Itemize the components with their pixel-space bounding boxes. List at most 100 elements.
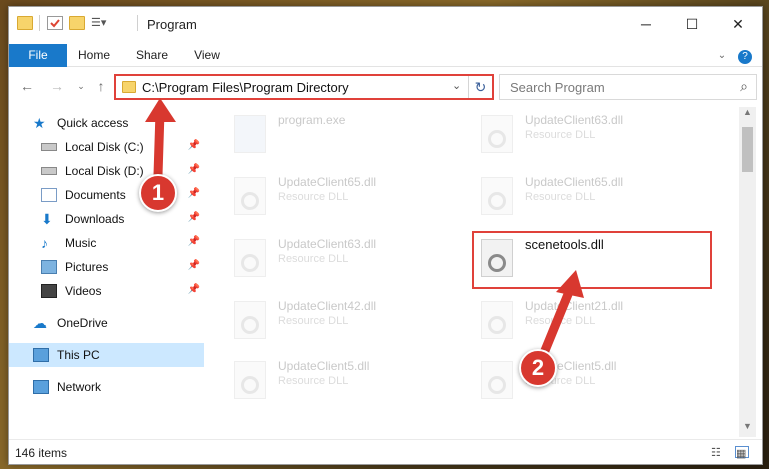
address-bar[interactable]: C:\Program Files\Program Directory ⌄ ↻ [114,74,494,100]
documents-icon [41,188,57,202]
sidebar-item-label: Downloads [65,212,125,226]
help-icon[interactable]: ? [737,44,753,67]
sidebar-item-label: Pictures [65,260,109,274]
step-1-badge: 1 [139,174,177,212]
back-button[interactable]: ← [17,76,37,96]
pictures-icon [41,260,57,274]
forward-button[interactable]: → [47,76,67,96]
new-folder-icon[interactable] [69,16,85,30]
dll-file-icon [481,115,513,153]
file-type: Resource DLL [278,375,349,387]
file-name: program.exe [278,113,346,127]
sidebar-item-label: Music [65,236,97,250]
sidebar-item-onedrive[interactable]: ☁ OneDrive [9,311,204,335]
sidebar-item-music[interactable]: ♪ Music 📌 [9,231,204,255]
dll-file-icon [234,361,266,399]
recent-locations-button[interactable]: ⌄ [71,76,91,96]
search-input[interactable]: Search Program [510,80,605,95]
window-title: Program [147,17,197,32]
ribbon-tabs: File Home Share View ⌄ ? [9,44,762,67]
pin-icon[interactable]: 📌 [188,236,200,247]
close-button[interactable]: ✕ [715,7,761,41]
file-item[interactable]: UpdateClient65.dll Resource DLL [461,169,701,225]
explorer-window: ☰▾ Program ─ ☐ ✕ File Home Share View ⌄ … [8,6,763,465]
sidebar-item-this-pc[interactable]: This PC [9,343,204,367]
file-item[interactable]: UpdateClient63.dll Resource DLL [214,231,454,287]
file-name: UpdateClient42.dll [278,299,377,313]
file-type: Resource DLL [525,315,596,327]
up-button[interactable]: ↑ [91,76,111,96]
tab-file[interactable]: File [9,44,67,67]
computer-icon [33,348,49,362]
pin-icon[interactable]: 📌 [188,164,200,175]
file-item[interactable]: UpdateClient5.dll Resource DLL [214,353,454,409]
download-icon: ⬇ [41,211,53,227]
properties-icon[interactable] [47,16,63,30]
file-name: UpdateClient21.dll [525,299,624,313]
dll-file-icon [481,361,513,399]
expand-ribbon-icon[interactable]: ⌄ [715,44,729,67]
drive-icon [41,167,57,175]
navigation-bar: ← → ⌄ ↑ C:\Program Files\Program Directo… [9,70,762,102]
status-bar: 146 items ☷ ▦ [9,439,762,464]
sidebar-item-network[interactable]: Network [9,375,204,399]
sidebar-item-local-disk-c[interactable]: Local Disk (C:) 📌 [9,135,204,159]
chevron-down-icon[interactable]: ⌄ [452,79,461,92]
step-2-badge: 2 [519,349,557,387]
search-box[interactable]: Search Program ⌕ [499,74,757,100]
scroll-up-icon[interactable]: ▲ [739,107,756,123]
customize-toolbar-icon[interactable]: ☰▾ [91,16,107,30]
file-name: UpdateClient63.dll [278,237,377,251]
search-icon: ⌕ [740,78,748,94]
file-item[interactable]: program.exe [214,107,454,163]
title-bar: ☰▾ Program ─ ☐ ✕ [9,7,762,41]
file-type: Resource DLL [278,253,349,265]
sidebar-item-local-disk-d[interactable]: Local Disk (D:) 📌 [9,159,204,183]
music-icon: ♪ [41,235,48,251]
vertical-scrollbar[interactable]: ▲ ▼ [739,107,756,437]
dll-file-icon [234,301,266,339]
maximize-button[interactable]: ☐ [669,7,715,41]
pin-icon[interactable]: 📌 [188,188,200,199]
exe-file-icon [234,115,266,153]
scroll-down-icon[interactable]: ▼ [739,421,756,437]
network-icon [33,380,49,394]
pin-icon[interactable]: 📌 [188,260,200,271]
tab-share[interactable]: Share [131,44,173,67]
file-type: Resource DLL [525,191,596,203]
minimize-button[interactable]: ─ [623,7,669,41]
videos-icon [41,284,57,298]
tab-view[interactable]: View [189,44,225,67]
details-view-icon[interactable]: ☷ [711,446,725,459]
scrollbar-thumb[interactable] [742,127,753,172]
sidebar-item-pictures[interactable]: Pictures 📌 [9,255,204,279]
separator [39,15,40,31]
address-path[interactable]: C:\Program Files\Program Directory [142,80,349,95]
file-item[interactable]: UpdateClient42.dll Resource DLL [214,293,454,349]
refresh-button[interactable]: ↻ [468,76,492,98]
file-name: UpdateClient65.dll [525,175,624,189]
pin-icon[interactable]: 📌 [188,284,200,295]
file-type: Resource DLL [278,191,349,203]
file-type: Resource DLL [525,129,596,141]
separator [137,15,138,31]
file-item[interactable]: UpdateClient65.dll Resource DLL [214,169,454,225]
file-item[interactable]: UpdateClient63.dll Resource DLL [461,107,701,163]
item-count: 146 items [15,446,68,460]
pin-icon[interactable]: 📌 [188,212,200,223]
dll-file-icon [234,177,266,215]
dll-file-icon [481,301,513,339]
sidebar-item-videos[interactable]: Videos 📌 [9,279,204,303]
pin-icon[interactable]: 📌 [188,140,200,151]
star-icon: ★ [33,115,46,131]
file-item[interactable]: UpdateClient21.dll Resource DLL [461,293,701,349]
file-item[interactable]: UpdateClient5.dll Resource DLL [461,353,701,409]
sidebar-item-downloads[interactable]: ⬇ Downloads 📌 [9,207,204,231]
sidebar-item-label: Quick access [57,116,129,130]
sidebar-item-label: Network [57,380,102,394]
sidebar-item-quick-access[interactable]: ★ Quick access [9,111,204,135]
large-icons-view-icon[interactable]: ▦ [735,446,749,460]
folder-icon [17,16,33,30]
sidebar-item-label: Documents [65,188,126,202]
tab-home[interactable]: Home [73,44,115,67]
